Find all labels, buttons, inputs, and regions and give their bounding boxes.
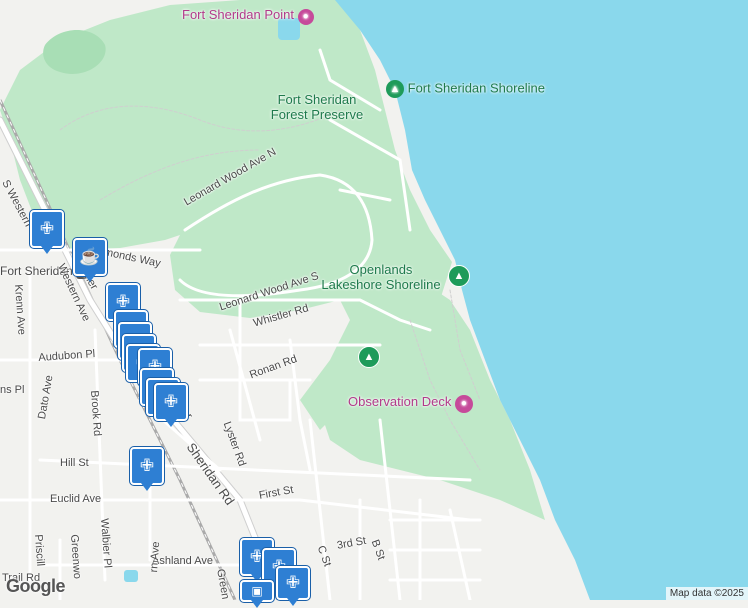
- camera-icon: ●: [454, 395, 473, 413]
- cart-icon: ▣: [251, 584, 263, 598]
- tree-icon: ▲: [448, 265, 470, 287]
- coffee-cup-icon: ☕: [79, 247, 101, 266]
- fork-knife-icon: ✙: [115, 292, 131, 311]
- poi-label: Observation Deck: [348, 394, 452, 409]
- map-attribution[interactable]: Map data ©2025: [665, 587, 748, 600]
- street-priscilla: Priscill: [32, 534, 47, 567]
- street-hill: Hill St: [60, 457, 89, 469]
- restaurant-pin[interactable]: ✙: [130, 447, 164, 491]
- fork-knife-icon: ✙: [139, 456, 155, 475]
- camera-icon: ●: [297, 9, 314, 25]
- google-logo: Google: [6, 576, 66, 596]
- restaurant-pin[interactable]: ✙: [276, 566, 310, 606]
- poi-label: Fort Sheridan Shoreline: [407, 80, 545, 96]
- poi-label: Fort Sheridan Point: [182, 7, 295, 22]
- park-forest-preserve: Fort Sheridan Forest Preserve: [270, 92, 364, 122]
- street-ashland: Ashland Ave: [152, 555, 213, 567]
- fork-knife-icon: ✙: [163, 392, 179, 411]
- map-canvas[interactable]: Fort Sheridan Point ● ▲ Fort Sheridan Sh…: [0, 0, 748, 608]
- poi-fort-sheridan-shoreline[interactable]: ▲ Fort Sheridan Shoreline: [386, 80, 545, 98]
- street-ms-pl: ns Pl: [0, 384, 25, 396]
- restaurant-pin[interactable]: ✙: [154, 383, 188, 427]
- fork-knife-icon: ✙: [39, 219, 55, 238]
- poi-observation-deck[interactable]: Observation Deck ●: [348, 394, 473, 413]
- small-pond: [124, 570, 138, 582]
- poi-fort-sheridan-point[interactable]: Fort Sheridan Point ●: [182, 7, 314, 25]
- tree-icon: ▲: [386, 80, 404, 98]
- street-rn-ave: rn Ave: [148, 541, 163, 573]
- street-euclid: Euclid Ave: [50, 493, 102, 505]
- restaurant-pin[interactable]: ✙: [30, 210, 64, 254]
- fork-knife-icon: ✙: [285, 573, 301, 592]
- shopping-pin[interactable]: ▣: [240, 580, 274, 608]
- poi-openlands-lakeshore[interactable]: Openlands Lakeshore Shoreline: [316, 262, 446, 292]
- cafe-pin[interactable]: ☕: [73, 238, 107, 282]
- tree-icon: ▲: [358, 346, 380, 368]
